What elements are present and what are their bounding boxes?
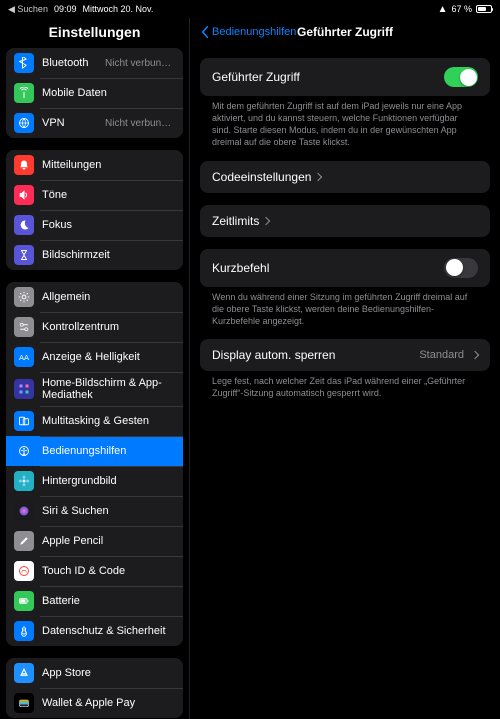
back-label: Bedienungshilfen xyxy=(212,26,296,38)
sidebar-item-label: Bedienungshilfen xyxy=(42,445,126,457)
sidebar-item-label: Siri & Suchen xyxy=(42,505,109,517)
flower-icon xyxy=(14,471,34,491)
sidebar-item-label: Fokus xyxy=(42,219,72,231)
battery-icon xyxy=(476,5,492,13)
cell-label: Codeeinstellungen xyxy=(212,170,311,184)
cell-value: Standard xyxy=(419,349,464,361)
cell-label: Zeitlimits xyxy=(212,214,259,228)
sidebar-item-label: Hintergrundbild xyxy=(42,475,117,487)
status-date: Mittwoch 20. Nov. xyxy=(82,4,153,14)
bell-icon xyxy=(14,155,34,175)
settings-sidebar: Einstellungen Bluetooth Nicht verbund… Mob… xyxy=(0,18,190,719)
siri-icon xyxy=(14,501,34,521)
sidebar-item-label: Bildschirmzeit xyxy=(42,249,110,261)
gear-icon xyxy=(14,287,34,307)
sidebar-item-label: Anzeige & Helligkeit xyxy=(42,351,140,363)
sidebar-item-home-bildschirm-app-mediathek[interactable]: Home-Bildschirm & App-Mediathek xyxy=(6,372,183,406)
back-button[interactable]: Bedienungshilfen xyxy=(200,26,296,38)
grid-icon xyxy=(14,379,34,399)
sidebar-item-label: Bluetooth xyxy=(42,57,88,69)
sidebar-item-hintergrundbild[interactable]: Hintergrundbild xyxy=(6,466,183,496)
sidebar-item-label: Touch ID & Code xyxy=(42,565,125,577)
status-time: 09:09 xyxy=(54,4,77,14)
bluetooth-icon xyxy=(14,53,34,73)
squares-icon xyxy=(14,411,34,431)
svg-text:AA: AA xyxy=(19,353,29,362)
battery-icon xyxy=(14,591,34,611)
sidebar-item-kontrollzentrum[interactable]: Kontrollzentrum xyxy=(6,312,183,342)
appstore-icon xyxy=(14,663,34,683)
section-footer: Wenn du während einer Sitzung im geführt… xyxy=(200,287,490,327)
cell-label: Kurzbefehl xyxy=(212,261,269,275)
hand-icon xyxy=(14,621,34,641)
speaker-icon xyxy=(14,185,34,205)
sidebar-title: Einstellungen xyxy=(0,18,189,48)
sidebar-item-label: Home-Bildschirm & App-Mediathek xyxy=(42,377,175,401)
cell-codeeinstellungen[interactable]: Codeeinstellungen xyxy=(200,161,490,193)
sidebar-item-label: App Store xyxy=(42,667,91,679)
sidebar-item-batterie[interactable]: Batterie xyxy=(6,586,183,616)
sidebar-item-label: Mitteilungen xyxy=(42,159,101,171)
hourglass-icon xyxy=(14,245,34,265)
nav-bar: Bedienungshilfen Geführter Zugriff xyxy=(190,18,500,46)
page-title: Geführter Zugriff xyxy=(297,25,393,39)
toggle-switch[interactable] xyxy=(444,258,478,278)
sidebar-item-apple-pencil[interactable]: Apple Pencil xyxy=(6,526,183,556)
sidebar-item-datenschutz-sicherheit[interactable]: Datenschutz & Sicherheit xyxy=(6,616,183,646)
sidebar-item-t-ne[interactable]: Töne xyxy=(6,180,183,210)
chevron-right-icon xyxy=(314,172,322,180)
sidebar-item-siri-suchen[interactable]: Siri & Suchen xyxy=(6,496,183,526)
battery-percent: 67 % xyxy=(451,4,472,14)
sidebar-item-multitasking-gesten[interactable]: Multitasking & Gesten xyxy=(6,406,183,436)
sun-icon: AA xyxy=(14,347,34,367)
wallet-icon xyxy=(14,693,34,713)
sidebar-item-fokus[interactable]: Fokus xyxy=(6,210,183,240)
sidebar-item-label: Kontrollzentrum xyxy=(42,321,119,333)
sidebar-item-label: Allgemein xyxy=(42,291,90,303)
antenna-icon xyxy=(14,83,34,103)
sidebar-item-label: Batterie xyxy=(42,595,80,607)
touchid-icon xyxy=(14,561,34,581)
sidebar-item-value: Nicht verbunden xyxy=(105,118,175,129)
sidebar-item-label: Multitasking & Gesten xyxy=(42,415,149,427)
sidebar-item-touch-id-code[interactable]: Touch ID & Code xyxy=(6,556,183,586)
pencil-icon xyxy=(14,531,34,551)
sidebar-item-value: Nicht verbund… xyxy=(105,58,175,69)
chevron-right-icon xyxy=(471,351,479,359)
sidebar-item-mitteilungen[interactable]: Mitteilungen xyxy=(6,150,183,180)
sidebar-item-vpn[interactable]: VPN Nicht verbunden xyxy=(6,108,183,138)
sidebar-item-allgemein[interactable]: Allgemein xyxy=(6,282,183,312)
status-bar: ◀ Suchen 09:09 Mittwoch 20. Nov. ▲ 67 % xyxy=(0,0,500,18)
chevron-right-icon xyxy=(262,216,270,224)
sidebar-item-label: VPN xyxy=(42,117,65,129)
cell-label: Geführter Zugriff xyxy=(212,70,300,84)
cell-gef-hrter-zugriff[interactable]: Geführter Zugriff xyxy=(200,58,490,96)
sidebar-item-label: Datenschutz & Sicherheit xyxy=(42,625,166,637)
sidebar-item-wallet-apple-pay[interactable]: Wallet & Apple Pay xyxy=(6,688,183,718)
sidebar-item-anzeige-helligkeit[interactable]: AA Anzeige & Helligkeit xyxy=(6,342,183,372)
wifi-icon: ▲ xyxy=(438,4,448,15)
cell-kurzbefehl[interactable]: Kurzbefehl xyxy=(200,249,490,287)
breadcrumb-back[interactable]: ◀ Suchen xyxy=(8,4,48,15)
switches-icon xyxy=(14,317,34,337)
sidebar-item-label: Töne xyxy=(42,189,67,201)
detail-pane: Bedienungshilfen Geführter Zugriff Gefüh… xyxy=(190,18,500,719)
sidebar-item-label: Mobile Daten xyxy=(42,87,107,99)
moon-icon xyxy=(14,215,34,235)
sidebar-item-label: Apple Pencil xyxy=(42,535,103,547)
section-footer: Lege fest, nach welcher Zeit das iPad wä… xyxy=(200,371,490,399)
toggle-switch[interactable] xyxy=(444,67,478,87)
sidebar-item-app-store[interactable]: App Store xyxy=(6,658,183,688)
cell-label: Display autom. sperren xyxy=(212,348,335,362)
section-footer: Mit dem geführten Zugriff ist auf dem iP… xyxy=(200,96,490,149)
sidebar-item-label: Wallet & Apple Pay xyxy=(42,697,135,709)
sidebar-item-bildschirmzeit[interactable]: Bildschirmzeit xyxy=(6,240,183,270)
cell-display-autom-sperren[interactable]: Display autom. sperren Standard xyxy=(200,339,490,371)
sidebar-item-bedienungshilfen[interactable]: Bedienungshilfen xyxy=(6,436,183,466)
cell-zeitlimits[interactable]: Zeitlimits xyxy=(200,205,490,237)
accessibility-icon xyxy=(14,441,34,461)
sidebar-item-mobile-daten[interactable]: Mobile Daten xyxy=(6,78,183,108)
vpn-icon xyxy=(14,113,34,133)
sidebar-item-bluetooth[interactable]: Bluetooth Nicht verbund… xyxy=(6,48,183,78)
